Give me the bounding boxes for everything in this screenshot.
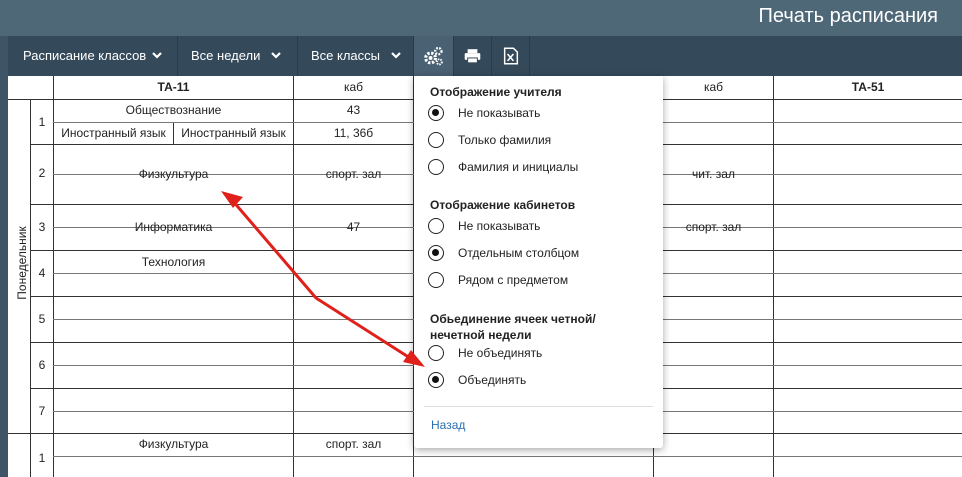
merge-off-option[interactable]: Не объединять xyxy=(428,344,648,366)
subject-cell: Обществознание xyxy=(125,103,222,117)
radio-button[interactable] xyxy=(428,132,444,148)
back-link[interactable]: Назад xyxy=(431,418,465,432)
weeks-label: Все недели xyxy=(191,48,261,63)
chevron-down-icon xyxy=(391,52,401,59)
teacher-initials-option[interactable]: Фамилия и инициалы xyxy=(428,158,648,180)
room-section-title: Отображение кабинетов xyxy=(430,198,576,212)
room-hide-option[interactable]: Не показывать xyxy=(428,217,648,239)
classes-dropdown[interactable]: Все классы xyxy=(298,36,414,76)
radio-label: Фамилия и инициалы xyxy=(458,160,579,174)
printer-icon xyxy=(464,49,481,64)
room-cell: 11, 36б xyxy=(333,126,374,140)
teacher-hide-option[interactable]: Не показывать xyxy=(428,104,648,126)
room-cell: спорт. зал xyxy=(325,167,382,181)
radio-button[interactable] xyxy=(428,245,444,261)
subject-cell: Иностранный язык xyxy=(61,126,166,140)
grid-line xyxy=(53,456,962,457)
lesson-number: 3 xyxy=(38,220,46,234)
radio-button[interactable] xyxy=(428,105,444,121)
gears-icon xyxy=(424,46,443,66)
excel-icon xyxy=(503,47,519,65)
merge-section-title: Обьединение ячеек четной/ нечетной недел… xyxy=(430,312,596,342)
grid-line xyxy=(773,76,774,477)
lesson-number: 5 xyxy=(38,312,46,326)
class-header: ТА-51 xyxy=(851,80,885,94)
radio-label: Объединять xyxy=(458,373,527,387)
class-schedule-dropdown[interactable]: Расписание классов xyxy=(8,36,178,76)
radio-button[interactable] xyxy=(428,218,444,234)
subject-cell: Информатика xyxy=(134,220,213,234)
lesson-number: 2 xyxy=(38,166,46,180)
radio-button[interactable] xyxy=(428,272,444,288)
radio-button[interactable] xyxy=(428,159,444,175)
subject-cell: Технология xyxy=(141,255,206,269)
lesson-number: 4 xyxy=(38,266,46,280)
room-cell: 43 xyxy=(346,103,361,117)
room-header: каб xyxy=(343,80,364,94)
lesson-number: 7 xyxy=(38,404,46,418)
radio-label: Не объединять xyxy=(458,346,543,360)
classes-label: Все классы xyxy=(311,48,381,63)
merge-on-option[interactable]: Объединять xyxy=(428,371,648,393)
room-cell: спорт. зал xyxy=(325,437,382,451)
class-schedule-label: Расписание классов xyxy=(23,48,147,63)
chevron-down-icon xyxy=(152,52,162,59)
radio-button[interactable] xyxy=(428,372,444,388)
room-cell: чит. зал xyxy=(692,167,735,181)
title-bar: Печать расписания xyxy=(0,0,962,36)
weeks-dropdown[interactable]: Все недели xyxy=(178,36,298,76)
display-settings-popup: Отображение учителя Не показывать Только… xyxy=(414,76,663,448)
radio-label: Отдельным столбцом xyxy=(458,246,580,260)
excel-export-button[interactable] xyxy=(492,36,530,76)
divider xyxy=(424,406,653,407)
teacher-section-title: Отображение учителя xyxy=(430,85,562,99)
room-cell: спорт. зал xyxy=(685,220,742,234)
room-cell: 47 xyxy=(346,220,361,234)
lesson-number: 6 xyxy=(38,358,46,372)
lesson-number: 1 xyxy=(38,451,46,465)
subject-cell: Физкультура xyxy=(138,167,209,181)
page-title: Печать расписания xyxy=(758,5,939,27)
radio-label: Не показывать xyxy=(458,106,541,120)
room-header: каб xyxy=(703,80,724,94)
subject-cell: Физкультура xyxy=(138,437,209,451)
class-header: ТА-11 xyxy=(157,80,190,94)
teacher-surname-option[interactable]: Только фамилия xyxy=(428,131,648,153)
room-column-option[interactable]: Отдельным столбцом xyxy=(428,244,648,266)
radio-button[interactable] xyxy=(428,345,444,361)
lesson-number: 1 xyxy=(38,115,46,129)
chevron-down-icon xyxy=(271,52,281,59)
settings-button[interactable] xyxy=(414,36,454,76)
toolbar: Расписание классов Все недели Все классы xyxy=(8,36,962,76)
room-inline-option[interactable]: Рядом с предметом xyxy=(428,271,648,293)
subject-cell: Иностранный язык xyxy=(181,126,286,140)
day-label: Понедельник xyxy=(15,226,29,300)
print-button[interactable] xyxy=(454,36,492,76)
radio-label: Не показывать xyxy=(458,219,541,233)
radio-label: Только фамилия xyxy=(458,133,552,147)
radio-label: Рядом с предметом xyxy=(458,273,569,287)
